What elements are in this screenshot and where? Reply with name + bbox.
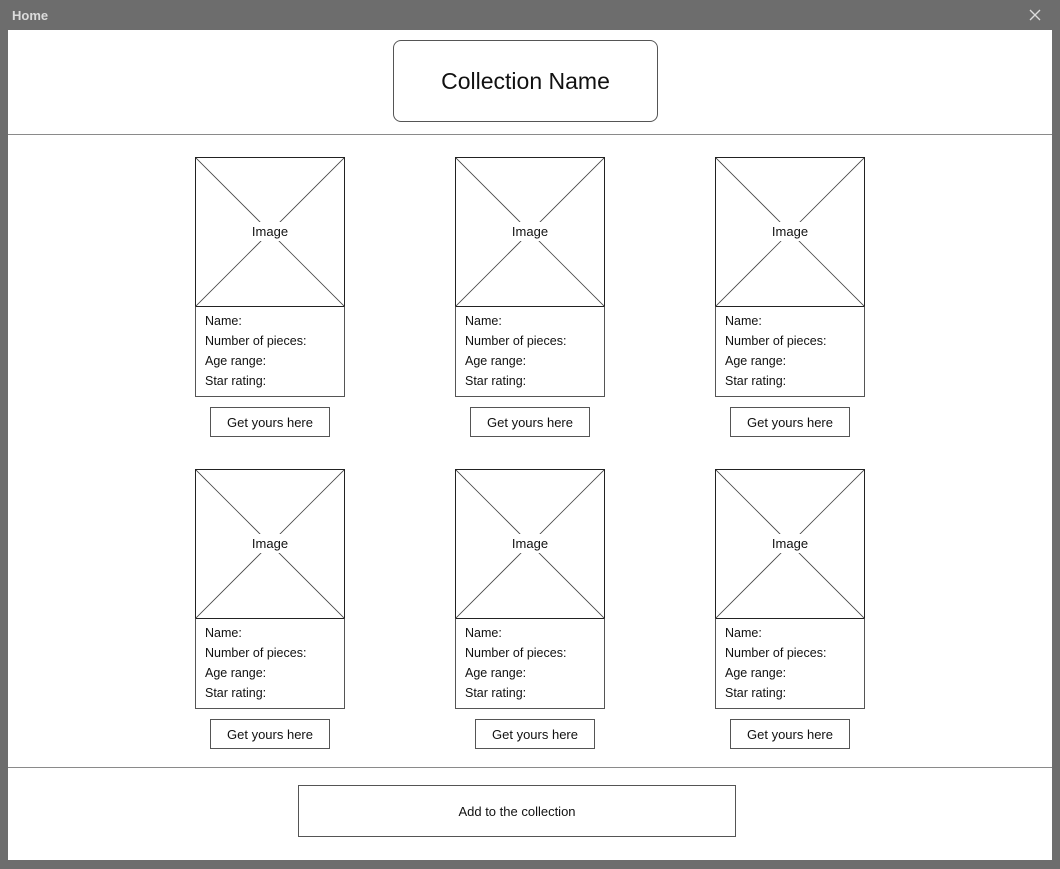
get-yours-button[interactable]: Get yours here [210,407,330,437]
get-yours-button[interactable]: Get yours here [730,719,850,749]
image-label: Image [247,534,293,553]
star-rating-label: Star rating: [725,374,787,388]
image-label: Image [507,222,553,241]
card-details: Name: Number of pieces: Age range: Star … [455,618,605,709]
name-label: Name: [465,314,502,328]
get-yours-button[interactable]: Get yours here [210,719,330,749]
star-rating-label: Star rating: [725,686,787,700]
get-yours-button[interactable]: Get yours here [730,407,850,437]
image-label: Image [767,534,813,553]
image-label: Image [507,534,553,553]
title-bar: Home [0,0,1060,30]
age-range-label: Age range: [725,354,787,368]
app-window: Home Collection Name Image Name: Number … [0,0,1060,869]
close-icon[interactable] [1028,8,1042,22]
image-placeholder-icon: Image [195,157,345,307]
get-yours-button[interactable]: Get yours here [475,719,595,749]
name-label: Name: [725,626,762,640]
get-yours-button[interactable]: Get yours here [470,407,590,437]
window-title: Home [12,8,49,23]
image-placeholder-icon: Image [455,469,605,619]
image-label: Image [767,222,813,241]
star-rating-label: Star rating: [205,686,267,700]
pieces-label: Number of pieces: [465,334,567,348]
card-details: Name: Number of pieces: Age range: Star … [715,306,865,397]
card-details: Name: Number of pieces: Age range: Star … [195,306,345,397]
collection-name-title: Collection Name [393,40,658,122]
card-details: Name: Number of pieces: Age range: Star … [455,306,605,397]
name-label: Name: [205,314,242,328]
age-range-label: Age range: [465,354,527,368]
image-placeholder-icon: Image [195,469,345,619]
collection-grid: Image Name: Number of pieces: Age range:… [8,135,1052,768]
name-label: Name: [205,626,242,640]
image-placeholder-icon: Image [715,469,865,619]
pieces-label: Number of pieces: [205,334,307,348]
name-label: Name: [465,626,502,640]
add-to-collection-button[interactable]: Add to the collection [298,785,736,837]
image-placeholder-icon: Image [455,157,605,307]
age-range-label: Age range: [725,666,787,680]
pieces-label: Number of pieces: [465,646,567,660]
age-range-label: Age range: [465,666,527,680]
star-rating-label: Star rating: [465,374,527,388]
star-rating-label: Star rating: [205,374,267,388]
pieces-label: Number of pieces: [725,334,827,348]
card-details: Name: Number of pieces: Age range: Star … [715,618,865,709]
footer: Add to the collection [8,768,1052,860]
age-range-label: Age range: [205,354,267,368]
header: Collection Name [8,30,1052,135]
age-range-label: Age range: [205,666,267,680]
star-rating-label: Star rating: [465,686,527,700]
pieces-label: Number of pieces: [725,646,827,660]
name-label: Name: [725,314,762,328]
image-label: Image [247,222,293,241]
pieces-label: Number of pieces: [205,646,307,660]
image-placeholder-icon: Image [715,157,865,307]
card-details: Name: Number of pieces: Age range: Star … [195,618,345,709]
